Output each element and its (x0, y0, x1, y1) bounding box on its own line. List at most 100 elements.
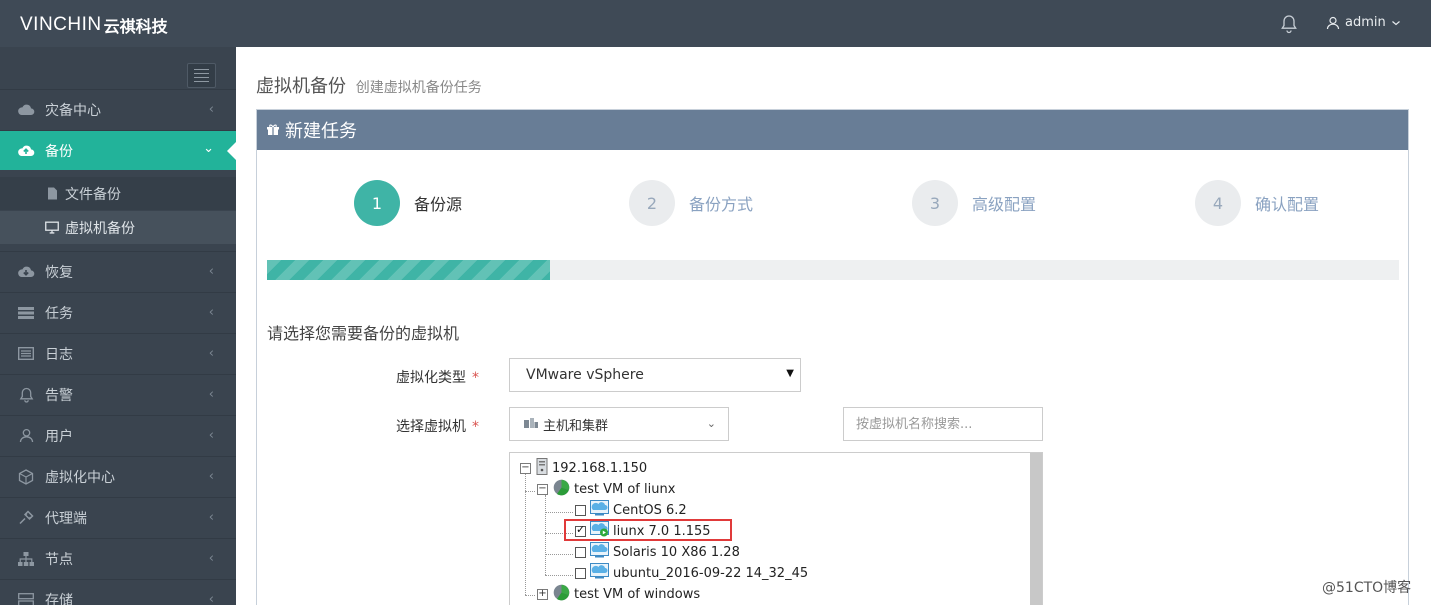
sidebar-item-label: 日志 (45, 346, 73, 363)
vm-tree: − 192.168.1.150 − test VM of liunx CentO… (509, 452, 1043, 605)
cloud-upload-icon (17, 143, 35, 159)
chevron-left-icon: ‹ (208, 305, 214, 320)
chevron-left-icon: ‹ (208, 428, 214, 443)
sidebar-subitem-file-backup[interactable]: 文件备份 (0, 177, 236, 210)
brand-name: VINCHIN (20, 14, 102, 35)
tree-guide-line (545, 495, 546, 575)
host-server-icon (536, 457, 548, 479)
step-label: 备份方式 (689, 195, 754, 214)
step-label: 高级配置 (972, 195, 1037, 214)
vm-checkbox[interactable] (575, 504, 586, 516)
chevron-left-icon: ‹ (208, 346, 214, 361)
user-menu[interactable]: admin (1326, 15, 1401, 30)
step-label: 确认配置 (1255, 195, 1320, 214)
host-cluster-icon (524, 418, 538, 430)
tree-node-group[interactable]: + test VM of windows (537, 584, 700, 604)
vm-view-value: 主机和集群 (543, 418, 609, 434)
sidebar-item-storage[interactable]: 存储 ‹ (0, 579, 236, 605)
sidebar-subitem-vm-backup[interactable]: 虚拟机备份 (0, 211, 236, 244)
vm-view-select[interactable]: 主机和集群 ⌄ (509, 407, 729, 441)
sidebar-item-tasks[interactable]: 任务 ‹ (0, 292, 236, 332)
sitemap-icon (17, 551, 35, 567)
tree-node-vm[interactable]: CentOS 6.2 (575, 500, 687, 520)
wizard-step-source[interactable]: 1 备份源 (354, 180, 462, 226)
resource-pool-icon (553, 584, 570, 605)
tree-guide-line (525, 595, 535, 596)
step-label: 备份源 (414, 195, 463, 214)
wizard-step-method[interactable]: 2 备份方式 (629, 180, 753, 226)
panel-title: 新建任务 (285, 121, 357, 142)
top-bar: VINCHIN 云祺科技 admin (0, 0, 1431, 47)
sidebar-item-label: 虚拟化中心 (45, 469, 115, 486)
vm-icon (590, 563, 609, 583)
sidebar-item-label: 代理端 (45, 510, 87, 527)
tree-node-vm[interactable]: ubuntu_2016-09-22 14_32_45 (575, 563, 808, 583)
collapse-icon[interactable]: − (537, 483, 548, 495)
watermark: @51CTO博客 (1322, 580, 1412, 596)
sidebar-item-label: 存储 (45, 592, 73, 605)
tree-node-label: 192.168.1.150 (552, 460, 648, 476)
new-task-panel: 新建任务 1 备份源 2 备份方式 3 高级配置 4 确认配置 请选择您需要备份… (256, 109, 1409, 605)
sidebar-item-nodes[interactable]: 节点 ‹ (0, 538, 236, 578)
chevron-left-icon: ‹ (208, 551, 214, 566)
tree-node-vm[interactable]: Solaris 10 X86 1.28 (575, 542, 740, 562)
chevron-left-icon: ‹ (208, 510, 214, 525)
brand-logo[interactable]: VINCHIN 云祺科技 (20, 9, 168, 41)
notification-bell-icon[interactable] (1280, 14, 1298, 38)
sidebar: 灾备中心 ‹ 备份 ⌄ 文件备份 虚拟机备份 恢复 ‹ 任务 ‹ 日志 ‹ 告警… (0, 47, 237, 605)
vm-checkbox[interactable] (575, 546, 586, 558)
step-number: 1 (354, 180, 400, 226)
sidebar-item-agents[interactable]: 代理端 ‹ (0, 497, 236, 537)
bell-icon (17, 387, 35, 403)
sidebar-item-backup[interactable]: 备份 ⌄ (0, 130, 237, 170)
tree-node-group[interactable]: − test VM of liunx (537, 479, 675, 499)
tree-node-host[interactable]: − 192.168.1.150 (520, 457, 648, 479)
virt-type-value: VMware vSphere (526, 367, 644, 383)
chevron-left-icon: ‹ (208, 264, 214, 279)
sidebar-item-label: 备份 (45, 143, 73, 160)
chevron-down-icon (1391, 20, 1400, 25)
cloud-icon (17, 102, 35, 118)
sidebar-item-alerts[interactable]: 告警 ‹ (0, 374, 236, 414)
tree-scrollbar[interactable] (1030, 453, 1042, 605)
vm-icon (590, 542, 609, 562)
vm-search-input[interactable] (843, 407, 1043, 441)
collapse-icon[interactable]: − (520, 462, 531, 474)
tree-node-label: Solaris 10 X86 1.28 (613, 544, 740, 560)
vm-icon (590, 500, 609, 520)
sidebar-toggle-button[interactable] (187, 63, 216, 88)
sidebar-item-restore[interactable]: 恢复 ‹ (0, 251, 236, 291)
page-title: 虚拟机备份 创建虚拟机备份任务 (256, 72, 482, 98)
vm-checkbox[interactable] (575, 567, 586, 579)
wizard-step-confirm[interactable]: 4 确认配置 (1195, 180, 1319, 226)
tree-node-label: test VM of liunx (574, 481, 676, 497)
virt-type-label-text: 虚拟化类型 (396, 370, 466, 386)
wizard-steps: 1 备份源 2 备份方式 3 高级配置 4 确认配置 (354, 180, 1334, 226)
dropdown-arrow-icon: ▼ (786, 368, 794, 379)
vm-select-label-text: 选择虚拟机 (396, 419, 466, 435)
progress-fill (267, 260, 550, 280)
tree-guide-line (525, 491, 535, 492)
selection-highlight (564, 519, 732, 541)
plug-icon (17, 509, 35, 526)
storage-icon (17, 592, 35, 605)
sidebar-item-dr-center[interactable]: 灾备中心 ‹ (0, 89, 236, 129)
tree-node-label: CentOS 6.2 (613, 502, 687, 518)
tree-node-label: ubuntu_2016-09-22 14_32_45 (613, 565, 809, 581)
page-title-text: 虚拟机备份 (256, 76, 346, 97)
wizard-step-advanced[interactable]: 3 高级配置 (912, 180, 1036, 226)
section-title: 请选择您需要备份的虚拟机 (267, 324, 460, 343)
chevron-left-icon: ‹ (208, 469, 214, 484)
virt-type-select[interactable]: VMware vSphere ▼ (509, 358, 801, 392)
log-icon (17, 346, 35, 362)
tasks-icon (17, 305, 35, 321)
sidebar-item-label: 节点 (45, 551, 73, 568)
expand-icon[interactable]: + (537, 588, 548, 600)
sidebar-item-label: 任务 (45, 305, 73, 322)
virt-type-label: 虚拟化类型 * (339, 367, 479, 387)
sidebar-item-logs[interactable]: 日志 ‹ (0, 333, 236, 373)
step-number: 4 (1195, 180, 1241, 226)
chevron-left-icon: ‹ (208, 592, 214, 605)
sidebar-item-users[interactable]: 用户 ‹ (0, 415, 236, 455)
sidebar-item-virtualization-center[interactable]: 虚拟化中心 ‹ (0, 456, 236, 496)
